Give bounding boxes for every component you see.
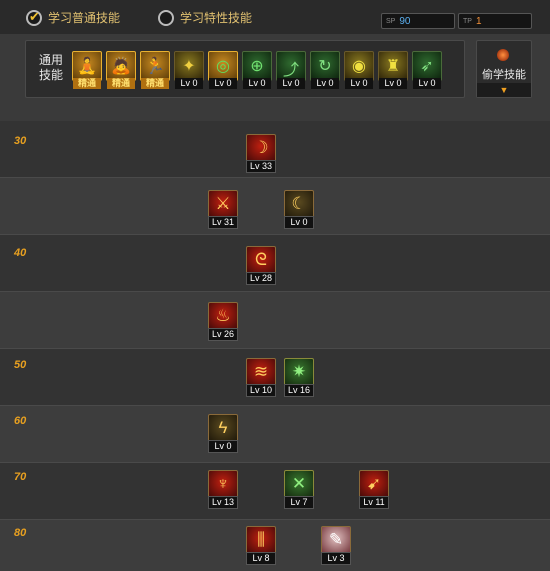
fire-blast-icon: ≋ [253,362,269,381]
orb-icon [497,49,509,61]
green-slash-icon: ✕ [291,474,307,493]
skill-slot-6[interactable]: ≋ Lv 10 [246,358,276,397]
general-skill-1[interactable]: 🧘 精通 [72,51,102,89]
tp-counter: TP 1 [458,13,532,29]
level-marker-50: 50 [14,359,27,371]
leaping-figure-icon: ⤴ [282,62,299,79]
level-marker-70: 70 [14,471,27,483]
general-skill-9[interactable]: ◉ Lv 0 [344,51,374,89]
tp-value: 1 [475,15,482,27]
bow-icon: ➹ [366,474,382,493]
skill-slot-8[interactable]: ϟ Lv 0 [208,414,238,453]
steal-skill-label: 偷学技能 [482,69,526,81]
sp-value: 90 [399,15,411,27]
fire-pillar-icon: ⫼ [257,530,265,549]
flame-slash-icon: ☽ [253,138,269,157]
radio-checked-icon: ✔ [26,9,42,26]
dashing-figure-icon: ➶ [420,58,434,75]
skill-slot-9[interactable]: ♆ Lv 13 [208,470,238,509]
skill-slot-4[interactable]: ᘓ Lv 28 [246,246,276,285]
general-skill-6[interactable]: ⊕ Lv 0 [242,51,272,89]
skill-tree: 30 40 50 60 70 80 ☽ Lv 33 ⚔ Lv 31 ☾ Lv 0… [0,121,550,571]
level-marker-80: 80 [14,527,27,539]
skill-slot-10[interactable]: ✕ Lv 7 [284,470,314,509]
general-skill-4[interactable]: ✦ Lv 0 [174,51,204,89]
general-skill-10[interactable]: ♜ Lv 0 [378,51,408,89]
kneeling-figure-icon: 🙇 [111,58,131,75]
skill-slot-5[interactable]: ♨ Lv 26 [208,302,238,341]
crescent-slash-icon: ☾ [291,194,307,213]
tab-normal-skills[interactable]: ✔ 学习普通技能 [26,9,120,26]
chevron-down-icon: ▼ [477,83,531,97]
running-figure-icon: 🏃 [145,58,165,75]
green-target-icon: ◎ [216,58,230,75]
general-skills-label: 通用技能 [39,53,64,82]
lightning-blade-icon: ϟ [218,418,228,437]
general-skill-11[interactable]: ➶ Lv 0 [412,51,442,89]
general-skill-2[interactable]: 🙇 精通 [106,51,136,89]
skill-slot-7[interactable]: ✷ Lv 16 [284,358,314,397]
tab-normal-label: 学习普通技能 [48,11,121,25]
skill-slot-12[interactable]: ⫼ Lv 8 [246,526,276,565]
sitting-figure-icon: 🧘 [77,58,97,75]
skill-slot-13[interactable]: ✎ Lv 3 [321,526,351,565]
sword-strike-icon: ⚔ [215,194,231,213]
general-skill-5[interactable]: ◎ Lv 0 [208,51,238,89]
fire-swirl-icon: ᘓ [255,250,267,269]
tp-label: TP [463,17,472,25]
fortify-figure-icon: ♜ [385,58,401,75]
level-marker-60: 60 [14,415,27,427]
level-marker-30: 30 [14,135,27,147]
general-skills-panel: 通用技能 🧘 精通 🙇 精通 🏃 精通 ✦ Lv 0 ◎ Lv 0 ⊕ Lv 0… [25,40,465,98]
tumbling-figure-icon: ↻ [318,58,332,75]
sp-label: SP [386,17,396,25]
skill-slot-1[interactable]: ☽ Lv 33 [246,134,276,173]
top-bar: ✔ 学习普通技能 学习特性技能 SP 90 TP 1 [0,0,550,34]
green-burst-icon: ✷ [291,362,307,381]
skill-slot-2[interactable]: ⚔ Lv 31 [208,190,238,229]
fire-warrior-icon: ♨ [215,306,231,325]
tab-special-label: 学习特性技能 [180,11,253,25]
level-marker-40: 40 [14,247,27,259]
skill-slot-11[interactable]: ➹ Lv 11 [359,470,389,509]
fire-eruption-icon: ♆ [216,474,230,493]
general-skill-7[interactable]: ⤴ Lv 0 [276,51,306,89]
general-skill-8[interactable]: ↻ Lv 0 [310,51,340,89]
radio-unchecked-icon [158,9,174,26]
wings-icon: ✦ [182,58,196,75]
skill-slot-3[interactable]: ☾ Lv 0 [284,190,314,229]
tab-special-skills[interactable]: 学习特性技能 [158,9,252,26]
sp-counter: SP 90 [381,13,455,29]
steal-skill-button[interactable]: 偷学技能 ▼ [476,40,532,98]
crosshair-icon: ⊕ [250,58,264,75]
eye-icon: ◉ [352,58,366,75]
general-skill-3[interactable]: 🏃 精通 [140,51,170,89]
feather-icon: ✎ [328,530,344,549]
